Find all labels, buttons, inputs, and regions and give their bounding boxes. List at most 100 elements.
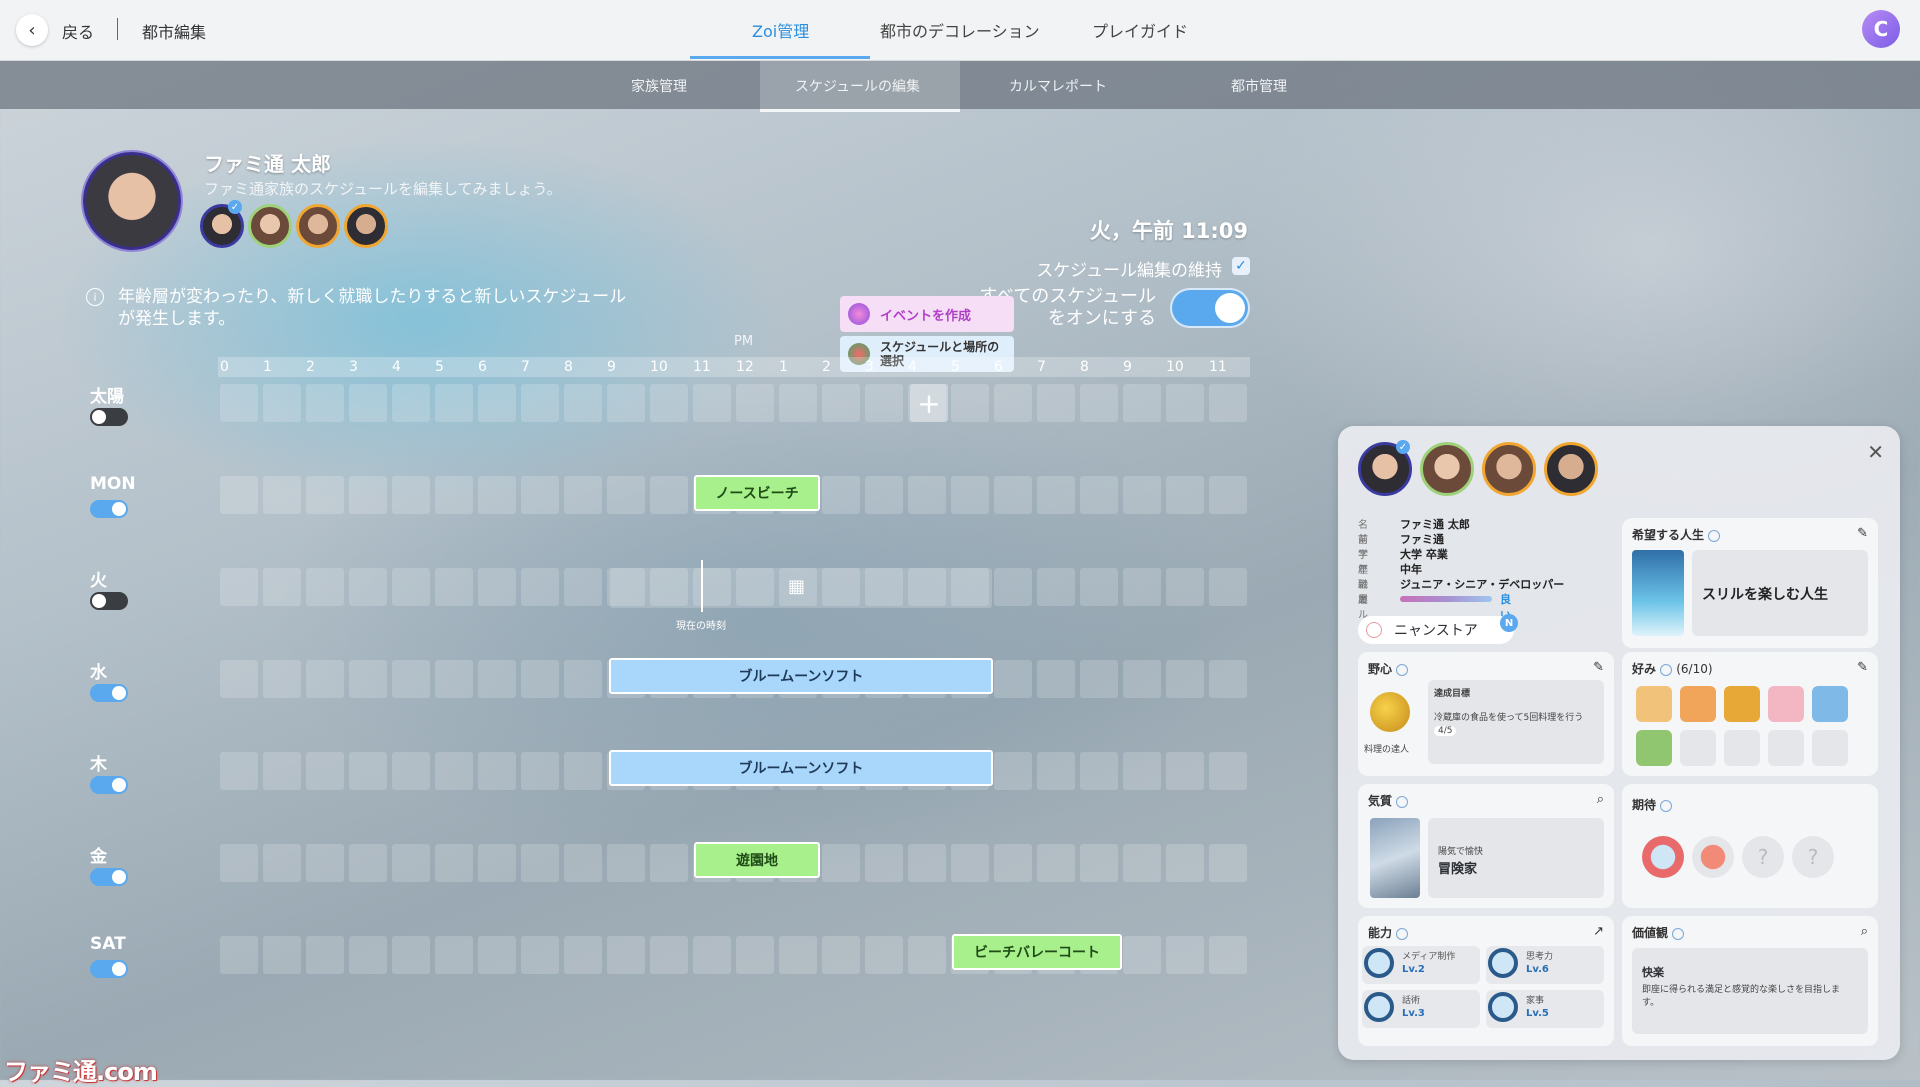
- time-slot-cell[interactable]: [435, 844, 473, 882]
- time-slot-cell[interactable]: [1166, 568, 1204, 606]
- subtab-schedule[interactable]: スケジュールの編集: [795, 76, 920, 96]
- time-slot-cell[interactable]: [521, 844, 559, 882]
- time-slot-cell[interactable]: [392, 752, 430, 790]
- day-toggle[interactable]: [90, 776, 128, 794]
- time-slot-cell[interactable]: [220, 384, 258, 422]
- time-slot-cell[interactable]: [521, 936, 559, 974]
- external-link-icon[interactable]: ↗: [1593, 924, 1604, 939]
- time-slot-cell[interactable]: [693, 384, 731, 422]
- time-slot-cell[interactable]: [263, 844, 301, 882]
- time-slot-cell[interactable]: [220, 476, 258, 514]
- time-slot-cell[interactable]: [1037, 660, 1075, 698]
- time-slot-cell[interactable]: [994, 568, 1032, 606]
- time-slot-cell[interactable]: [736, 384, 774, 422]
- time-slot-cell[interactable]: [392, 476, 430, 514]
- time-slot-cell[interactable]: [1166, 844, 1204, 882]
- time-slot-cell[interactable]: [1166, 752, 1204, 790]
- time-slot-cell[interactable]: [994, 384, 1032, 422]
- time-slot-cell[interactable]: [521, 568, 559, 606]
- time-slot-cell[interactable]: [306, 752, 344, 790]
- family-member-avatar-2[interactable]: [248, 204, 292, 248]
- time-slot-cell[interactable]: [1123, 568, 1161, 606]
- time-slot-cell[interactable]: [736, 936, 774, 974]
- time-slot-cell[interactable]: [1123, 660, 1161, 698]
- time-slot-cell[interactable]: [1080, 568, 1118, 606]
- time-slot-cell[interactable]: [349, 476, 387, 514]
- time-slot-cell[interactable]: [1037, 752, 1075, 790]
- time-slot-cell[interactable]: [1080, 844, 1118, 882]
- nyan-store-button[interactable]: ニャンストア: [1358, 616, 1514, 644]
- time-slot-cell[interactable]: [1209, 568, 1247, 606]
- time-slot-cell[interactable]: [650, 844, 688, 882]
- time-slot-cell[interactable]: [1123, 936, 1161, 974]
- time-slot-cell[interactable]: [1209, 384, 1247, 422]
- time-slot-cell[interactable]: [392, 568, 430, 606]
- time-slot-cell[interactable]: [1080, 384, 1118, 422]
- time-slot-cell[interactable]: [392, 936, 430, 974]
- close-icon[interactable]: ✕: [1867, 440, 1884, 464]
- time-slot-cell[interactable]: [951, 384, 989, 422]
- time-slot-cell[interactable]: [263, 568, 301, 606]
- time-slot-cell[interactable]: [306, 568, 344, 606]
- time-slot-cell[interactable]: [392, 844, 430, 882]
- subtab-family[interactable]: 家族管理: [631, 76, 687, 96]
- time-slot-cell[interactable]: [564, 660, 602, 698]
- time-slot-cell[interactable]: [1209, 660, 1247, 698]
- event-block[interactable]: ビーチバレーコート: [952, 934, 1122, 970]
- time-slot-cell[interactable]: [349, 568, 387, 606]
- time-slot-cell[interactable]: [306, 476, 344, 514]
- panel-member-avatar-4[interactable]: [1544, 442, 1598, 496]
- time-slot-cell[interactable]: [1209, 936, 1247, 974]
- time-slot-cell[interactable]: [306, 660, 344, 698]
- time-slot-cell[interactable]: [1123, 844, 1161, 882]
- time-slot-cell[interactable]: [478, 936, 516, 974]
- time-slot-cell[interactable]: [392, 384, 430, 422]
- all-schedules-toggle[interactable]: [1172, 290, 1248, 326]
- event-block[interactable]: ブルームーンソフト: [609, 750, 993, 786]
- time-slot-cell[interactable]: [1166, 384, 1204, 422]
- time-slot-cell[interactable]: [435, 660, 473, 698]
- time-slot-cell[interactable]: [779, 384, 817, 422]
- family-member-avatar-3[interactable]: [296, 204, 340, 248]
- event-block[interactable]: 遊園地: [694, 842, 820, 878]
- day-toggle[interactable]: [90, 960, 128, 978]
- time-slot-cell[interactable]: [263, 936, 301, 974]
- panel-member-avatar-2[interactable]: [1420, 442, 1474, 496]
- time-slot-cell[interactable]: [564, 476, 602, 514]
- time-slot-cell[interactable]: [564, 752, 602, 790]
- back-button[interactable]: 戻る: [62, 19, 94, 43]
- time-slot-cell[interactable]: [908, 936, 946, 974]
- time-slot-cell[interactable]: [220, 568, 258, 606]
- time-slot-cell[interactable]: [435, 384, 473, 422]
- time-slot-cell[interactable]: [1209, 476, 1247, 514]
- day-toggle[interactable]: [90, 868, 128, 886]
- event-block[interactable]: ブルームーンソフト: [609, 658, 993, 694]
- time-slot-cell[interactable]: [220, 660, 258, 698]
- time-slot-cell[interactable]: [521, 660, 559, 698]
- time-slot-cell[interactable]: [521, 476, 559, 514]
- time-slot-cell[interactable]: [220, 936, 258, 974]
- time-slot-cell[interactable]: [822, 844, 860, 882]
- time-slot-cell[interactable]: [822, 384, 860, 422]
- time-slot-cell[interactable]: [1037, 844, 1075, 882]
- time-slot-cell[interactable]: [822, 476, 860, 514]
- time-slot-cell[interactable]: [349, 660, 387, 698]
- time-slot-cell[interactable]: [865, 844, 903, 882]
- add-schedule-button[interactable]: +: [910, 384, 948, 422]
- time-slot-cell[interactable]: [994, 660, 1032, 698]
- time-slot-cell[interactable]: [693, 936, 731, 974]
- time-slot-cell[interactable]: [994, 844, 1032, 882]
- time-slot-cell[interactable]: [607, 384, 645, 422]
- time-slot-cell[interactable]: [908, 844, 946, 882]
- time-slot-cell[interactable]: [349, 844, 387, 882]
- time-slot-cell[interactable]: [306, 384, 344, 422]
- time-slot-cell[interactable]: [349, 384, 387, 422]
- subtab-karma[interactable]: カルマレポート: [1009, 76, 1107, 96]
- time-slot-cell[interactable]: [478, 752, 516, 790]
- time-slot-cell[interactable]: [435, 936, 473, 974]
- time-slot-cell[interactable]: [478, 476, 516, 514]
- time-slot-cell[interactable]: [1080, 752, 1118, 790]
- time-slot-cell[interactable]: [650, 384, 688, 422]
- tab-play-guide[interactable]: プレイガイド: [1092, 18, 1188, 42]
- time-slot-cell[interactable]: [865, 936, 903, 974]
